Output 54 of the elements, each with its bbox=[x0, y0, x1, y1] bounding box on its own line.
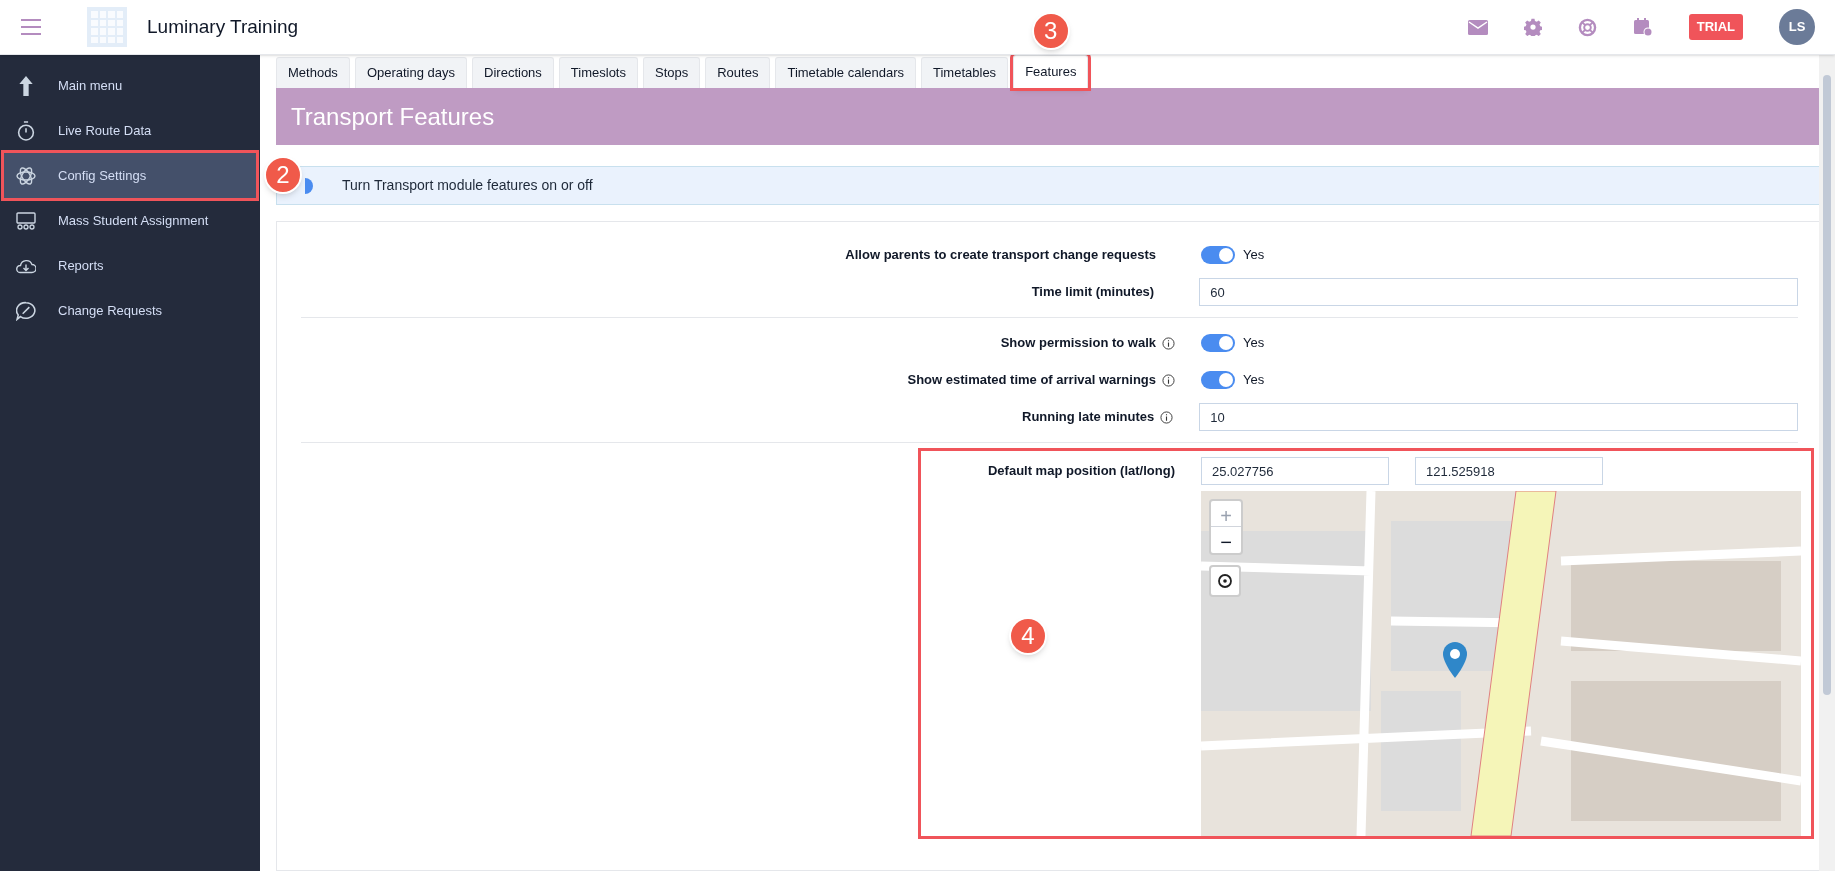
atom-icon bbox=[16, 165, 36, 186]
help-lifebuoy-icon[interactable] bbox=[1577, 17, 1597, 37]
field-label: Default map position (lat/long) bbox=[987, 462, 1175, 479]
info-text: Turn Transport module features on or off bbox=[342, 176, 593, 195]
sidebar-item[interactable]: Reports bbox=[4, 243, 256, 288]
settings-icon[interactable] bbox=[1523, 18, 1542, 36]
sidebar-item[interactable]: Live Route Data bbox=[4, 108, 256, 153]
callout-number: 2 bbox=[264, 156, 302, 194]
map-pin-icon bbox=[1442, 641, 1468, 679]
input-field[interactable]: 10 bbox=[1199, 403, 1798, 431]
tab[interactable]: Timetables bbox=[921, 57, 1009, 88]
toggle-switch[interactable] bbox=[1201, 371, 1235, 389]
field-label: Time limit (minutes) bbox=[1031, 283, 1155, 302]
field-label: Running late minutes bbox=[1022, 408, 1155, 427]
tab[interactable]: Timetable calendars bbox=[775, 57, 916, 88]
sidebar-item[interactable]: Change Requests bbox=[4, 288, 256, 333]
toggle-label: Yes bbox=[1243, 246, 1265, 265]
tab[interactable]: Directions bbox=[472, 57, 554, 88]
field-label: Allow parents to create transport change requests bbox=[845, 246, 1156, 265]
toggle-switch[interactable] bbox=[1201, 246, 1235, 264]
locate-button[interactable] bbox=[1209, 565, 1241, 597]
sidebar-item[interactable]: Main menu bbox=[4, 63, 256, 108]
info-icon[interactable] bbox=[1160, 410, 1174, 424]
avatar[interactable]: LS bbox=[1779, 9, 1815, 45]
tab[interactable]: Stops bbox=[643, 57, 701, 88]
menu-icon[interactable] bbox=[20, 18, 42, 36]
input-field[interactable]: 60 bbox=[1199, 278, 1798, 306]
info-icon[interactable] bbox=[1162, 373, 1175, 387]
scrollbar[interactable] bbox=[1819, 55, 1835, 871]
toggle-label: Yes bbox=[1243, 334, 1265, 353]
app-title: Luminary Training bbox=[147, 14, 299, 39]
tab[interactable]: Methods bbox=[276, 57, 350, 88]
field-label: Show estimated time of arrival warnings bbox=[907, 371, 1156, 390]
field-label: Show permission to walk bbox=[1000, 334, 1156, 353]
callout-number: 4 bbox=[1009, 617, 1047, 655]
switch-knob-icon bbox=[305, 178, 313, 194]
mail-icon[interactable] bbox=[1467, 19, 1488, 35]
calendar-icon[interactable] bbox=[1632, 17, 1653, 37]
sidebar-item[interactable]: Mass Student Assignment bbox=[4, 198, 256, 243]
info-icon[interactable] bbox=[1162, 336, 1175, 350]
logo bbox=[87, 7, 127, 47]
chat-bubble-icon bbox=[16, 300, 36, 321]
input-field[interactable]: 25.027756 bbox=[1201, 457, 1389, 485]
input-field[interactable]: 121.525918 bbox=[1415, 457, 1603, 485]
toggle-label: Yes bbox=[1243, 371, 1265, 390]
tab[interactable]: Timeslots bbox=[558, 57, 638, 88]
toggle-switch[interactable] bbox=[1201, 334, 1235, 352]
group-icon bbox=[16, 210, 36, 231]
trial-badge: TRIAL bbox=[1688, 14, 1743, 40]
zoom-out-button[interactable]: − bbox=[1211, 527, 1241, 553]
tab[interactable]: Routes bbox=[705, 57, 771, 88]
tab[interactable]: Operating days bbox=[354, 57, 468, 88]
crosshair-icon bbox=[1217, 573, 1233, 589]
stopwatch-icon bbox=[16, 120, 36, 141]
